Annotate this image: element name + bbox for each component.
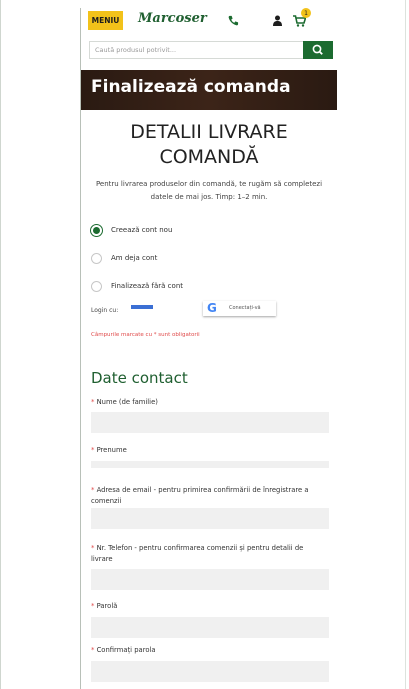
required-fields-note: Câmpurile marcate cu * sunt obligatorii xyxy=(91,332,200,338)
banner-title: Finalizează comanda xyxy=(91,77,291,97)
google-login-button[interactable]: G Conectați-vă xyxy=(203,301,276,316)
radio-guest-checkout[interactable] xyxy=(91,281,102,292)
field-label-first-name: * Prenume xyxy=(91,446,127,454)
option-label: Am deja cont xyxy=(111,254,158,262)
field-label-password: * Parolă xyxy=(91,602,118,610)
intro-text: Pentru livrarea produselor din comandă, … xyxy=(95,180,323,201)
brand-logo[interactable]: Marcoser xyxy=(138,11,207,26)
google-icon: G xyxy=(207,301,217,315)
search-button[interactable] xyxy=(303,41,333,59)
option-label: Finalizează fără cont xyxy=(111,282,183,290)
viewport: MENIU Marcoser 1 Caută produsul potrivit… xyxy=(0,0,409,689)
first-name-input[interactable] xyxy=(91,461,329,468)
left-edge xyxy=(0,0,1,689)
user-icon[interactable] xyxy=(273,15,282,26)
phone-icon[interactable] xyxy=(228,15,239,26)
option-label: Creează cont nou xyxy=(111,226,173,234)
field-label-phone: * Nr. Telefon - pentru confirmarea comen… xyxy=(91,544,304,563)
page-banner: Finalizează comanda xyxy=(81,70,337,110)
phone-input[interactable] xyxy=(91,569,329,590)
section-title-contact: Date contact xyxy=(91,369,188,387)
page-title: DETALII LIVRARE COMANDĂ xyxy=(81,120,337,170)
menu-button[interactable]: MENIU xyxy=(88,11,123,30)
right-edge xyxy=(405,0,406,689)
password-input[interactable] xyxy=(91,617,329,638)
checkout-page: MENIU Marcoser 1 Caută produsul potrivit… xyxy=(80,8,337,689)
page-title-line2: COMANDĂ xyxy=(159,146,259,168)
email-input[interactable] xyxy=(91,508,329,529)
search-input[interactable]: Caută produsul potrivit... xyxy=(89,41,309,59)
field-label-email: * Adresa de email - pentru primirea conf… xyxy=(91,486,309,505)
last-name-input[interactable] xyxy=(91,412,329,433)
field-label-last-name: * Nume (de familie) xyxy=(91,398,158,406)
confirm-password-input[interactable] xyxy=(91,661,329,682)
field-label-confirm-password: * Confirmați parola xyxy=(91,646,156,654)
search-icon xyxy=(312,44,323,55)
google-login-label: Conectați-vă xyxy=(229,305,261,311)
site-header: MENIU Marcoser 1 xyxy=(81,8,337,36)
radio-create-account[interactable] xyxy=(91,225,102,236)
radio-existing-account[interactable] xyxy=(91,253,102,264)
facebook-login-button[interactable] xyxy=(131,305,153,309)
login-with-label: Login cu: xyxy=(91,307,119,314)
cart-count-badge: 1 xyxy=(301,8,311,18)
page-title-line1: DETALII LIVRARE xyxy=(130,121,288,143)
search-bar: Caută produsul potrivit... xyxy=(89,41,333,59)
